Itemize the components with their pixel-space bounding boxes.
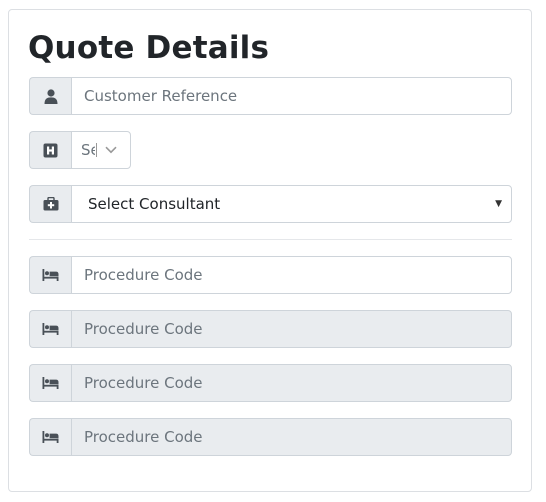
procedure-code-input-disabled: Procedure Code [71, 364, 512, 402]
procedure-code-group: Procedure Code [29, 310, 512, 348]
consultant-select[interactable]: Select Consultant ▼ [71, 185, 512, 223]
bed-icon [29, 418, 71, 456]
consultant-select-value: Select Consultant [88, 195, 221, 213]
hospital-icon [29, 131, 71, 169]
section-divider [29, 239, 512, 240]
user-icon [29, 77, 71, 115]
bed-icon [29, 256, 71, 294]
bed-icon [29, 310, 71, 348]
procedure-code-input-disabled: Procedure Code [71, 418, 512, 456]
page-title: Quote Details [28, 30, 270, 66]
customer-reference-group: Customer Reference [29, 77, 512, 115]
customer-reference-input[interactable]: Customer Reference [71, 77, 512, 115]
procedure-code-input[interactable]: Procedure Code [71, 256, 512, 294]
hospital-select-value: Se [81, 141, 95, 159]
hospital-select[interactable]: Se [71, 131, 131, 169]
procedure-code-input-disabled: Procedure Code [71, 310, 512, 348]
caret-down-icon: ▼ [495, 199, 502, 209]
text-cursor [96, 143, 97, 157]
chevron-down-icon [105, 146, 117, 154]
hospital-select-group: Se [29, 131, 131, 169]
consultant-select-group: Select Consultant ▼ [29, 185, 512, 223]
medkit-icon [29, 185, 71, 223]
procedure-code-group: Procedure Code [29, 418, 512, 456]
bed-icon [29, 364, 71, 402]
procedure-code-group: Procedure Code [29, 256, 512, 294]
procedure-code-group: Procedure Code [29, 364, 512, 402]
